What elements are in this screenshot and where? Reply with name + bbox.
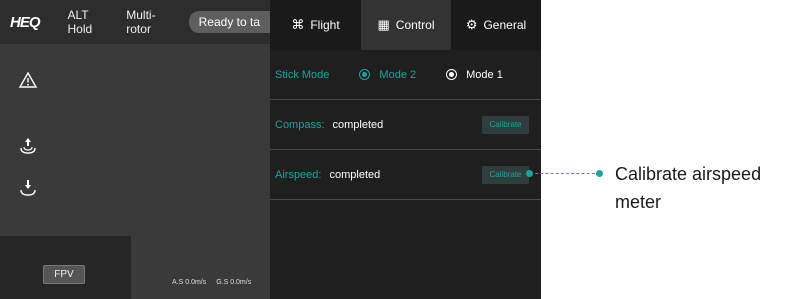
takeoff-icon[interactable] xyxy=(18,136,38,156)
tab-label: General xyxy=(483,18,527,32)
tab-label: Control xyxy=(395,18,435,32)
airspeed-row: Airspeed: completed Calibrate xyxy=(270,150,541,200)
logo: HEQ xyxy=(10,13,40,31)
airspeed-calibrate-button[interactable]: Calibrate xyxy=(482,166,529,184)
landing-icon[interactable] xyxy=(18,178,38,198)
radio-label: Mode 1 xyxy=(466,68,503,81)
airspeed-readout: A.S 0.0m/s xyxy=(172,279,207,286)
tab-general[interactable]: ⚙ General xyxy=(451,0,541,50)
tab-control[interactable]: ▦ Control xyxy=(361,0,451,50)
speed-readout: A.S 0.0m/s G.S 0.0m/s xyxy=(172,279,259,286)
callout-start-dot xyxy=(526,170,533,177)
radio-selected-icon xyxy=(359,69,371,80)
compass-calibrate-button[interactable]: Calibrate xyxy=(482,116,529,134)
compass-row: Compass: completed Calibrate xyxy=(270,100,541,150)
tab-flight[interactable]: ⌘ Flight xyxy=(270,0,361,50)
drone-icon: ⌘ xyxy=(291,17,305,32)
settings-tabs: ⌘ Flight ▦ Control ⚙ General xyxy=(270,0,541,50)
controller-icon: ▦ xyxy=(377,17,390,32)
tab-label: Flight xyxy=(310,18,340,32)
top-bar: HEQ ALT Hold Multi-rotor Ready to ta xyxy=(0,0,270,44)
fpv-panel: FPV xyxy=(0,236,131,299)
mode-2-radio[interactable]: Mode 2 xyxy=(359,69,416,81)
airspeed-status: completed xyxy=(329,168,381,181)
airspeed-label: Airspeed: xyxy=(275,168,322,181)
stick-mode-row: Stick Mode Mode 2 Mode 1 xyxy=(270,50,541,100)
radio-icon xyxy=(446,69,458,80)
warning-icon[interactable] xyxy=(18,70,38,90)
compass-status: completed xyxy=(332,118,384,131)
mode-1-radio[interactable]: Mode 1 xyxy=(446,69,503,81)
app-window: HEQ ALT Hold Multi-rotor Ready to ta FPV… xyxy=(0,0,541,299)
status-badge: Ready to ta xyxy=(188,11,270,33)
callout-leader-line xyxy=(530,173,600,174)
callout-end-dot xyxy=(596,170,603,177)
stick-mode-label: Stick Mode xyxy=(275,68,330,81)
gear-icon: ⚙ xyxy=(465,17,478,32)
vehicle-type-label: Multi-rotor xyxy=(126,8,156,36)
callout-label: Calibrate airspeed meter xyxy=(615,164,762,212)
fpv-button[interactable]: FPV xyxy=(43,265,85,284)
flight-mode-label[interactable]: ALT Hold xyxy=(68,8,103,36)
compass-label: Compass: xyxy=(275,118,325,131)
groundspeed-readout: G.S 0.0m/s xyxy=(216,279,252,286)
radio-label: Mode 2 xyxy=(379,68,417,81)
settings-panel: ⌘ Flight ▦ Control ⚙ General Stick Mode … xyxy=(270,0,541,299)
